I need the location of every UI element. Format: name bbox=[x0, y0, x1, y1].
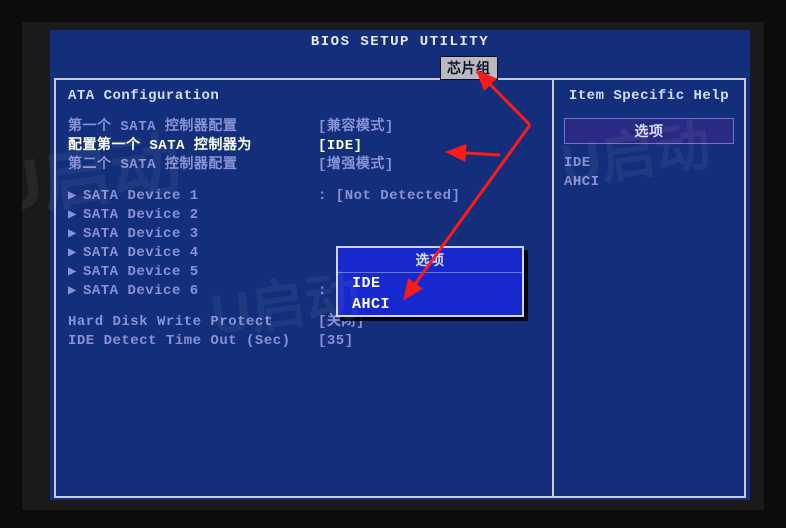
triangle-icon: ▶ bbox=[68, 207, 77, 223]
triangle-icon: ▶ bbox=[68, 264, 77, 280]
cfg-value: [增强模式] bbox=[318, 156, 394, 175]
triangle-icon: ▶ bbox=[68, 188, 77, 204]
cfg-label: 第二个 SATA 控制器配置 bbox=[68, 156, 318, 175]
bios-screen: BIOS SETUP UTILITY 芯片组 ATA Configuration… bbox=[50, 30, 750, 500]
help-option: IDE bbox=[564, 154, 734, 173]
tab-chipset[interactable]: 芯片组 bbox=[440, 56, 498, 80]
cfg-label: IDE Detect Time Out (Sec) bbox=[68, 332, 318, 351]
cfg-value: [35] bbox=[318, 332, 354, 351]
popup-item-ahci[interactable]: AHCI bbox=[338, 294, 522, 315]
cfg-label: ▶SATA Device 5 bbox=[68, 263, 318, 282]
cfg-value: [兼容模式] bbox=[318, 118, 394, 137]
triangle-icon: ▶ bbox=[68, 283, 77, 299]
device-row[interactable]: ▶SATA Device 3 bbox=[68, 225, 540, 244]
cfg-row-ide-timeout[interactable]: IDE Detect Time Out (Sec) [35] bbox=[68, 332, 540, 351]
triangle-icon: ▶ bbox=[68, 245, 77, 261]
left-panel: ATA Configuration 第一个 SATA 控制器配置 [兼容模式] … bbox=[56, 80, 554, 496]
cfg-label: 配置第一个 SATA 控制器为 bbox=[68, 137, 318, 156]
cfg-label: ▶SATA Device 3 bbox=[68, 225, 318, 244]
cfg-label: ▶SATA Device 1 bbox=[68, 187, 318, 206]
device-row[interactable]: ▶SATA Device 2 bbox=[68, 206, 540, 225]
cfg-label: ▶SATA Device 4 bbox=[68, 244, 318, 263]
cfg-label: ▶SATA Device 2 bbox=[68, 206, 318, 225]
cfg-value: : [Not Detected] bbox=[318, 187, 460, 206]
cfg-value: [IDE] bbox=[318, 137, 363, 156]
help-box-label: 选项 bbox=[564, 118, 734, 144]
cfg-row-sata1-mode[interactable]: 第一个 SATA 控制器配置 [兼容模式] bbox=[68, 118, 540, 137]
help-options: IDE AHCI bbox=[564, 154, 734, 192]
cfg-label: ▶SATA Device 6 bbox=[68, 282, 318, 301]
options-popup[interactable]: 选项 IDE AHCI bbox=[336, 246, 524, 317]
cfg-row-sata2-mode[interactable]: 第二个 SATA 控制器配置 [增强模式] bbox=[68, 156, 540, 175]
help-panel: Item Specific Help 选项 IDE AHCI bbox=[554, 80, 744, 496]
cfg-label: Hard Disk Write Protect bbox=[68, 313, 318, 332]
popup-title: 选项 bbox=[338, 248, 522, 273]
help-option: AHCI bbox=[564, 173, 734, 192]
cfg-label: 第一个 SATA 控制器配置 bbox=[68, 118, 318, 137]
help-title: Item Specific Help bbox=[564, 88, 734, 104]
popup-item-ide[interactable]: IDE bbox=[338, 273, 522, 294]
bios-title: BIOS SETUP UTILITY bbox=[50, 30, 750, 54]
section-title: ATA Configuration bbox=[68, 88, 540, 104]
panels: ATA Configuration 第一个 SATA 控制器配置 [兼容模式] … bbox=[54, 78, 746, 498]
device-row[interactable]: ▶SATA Device 1 : [Not Detected] bbox=[68, 187, 540, 206]
triangle-icon: ▶ bbox=[68, 226, 77, 242]
menu-tab-row: 芯片组 bbox=[50, 54, 750, 78]
cfg-row-sata1-as[interactable]: 配置第一个 SATA 控制器为 [IDE] bbox=[68, 137, 540, 156]
